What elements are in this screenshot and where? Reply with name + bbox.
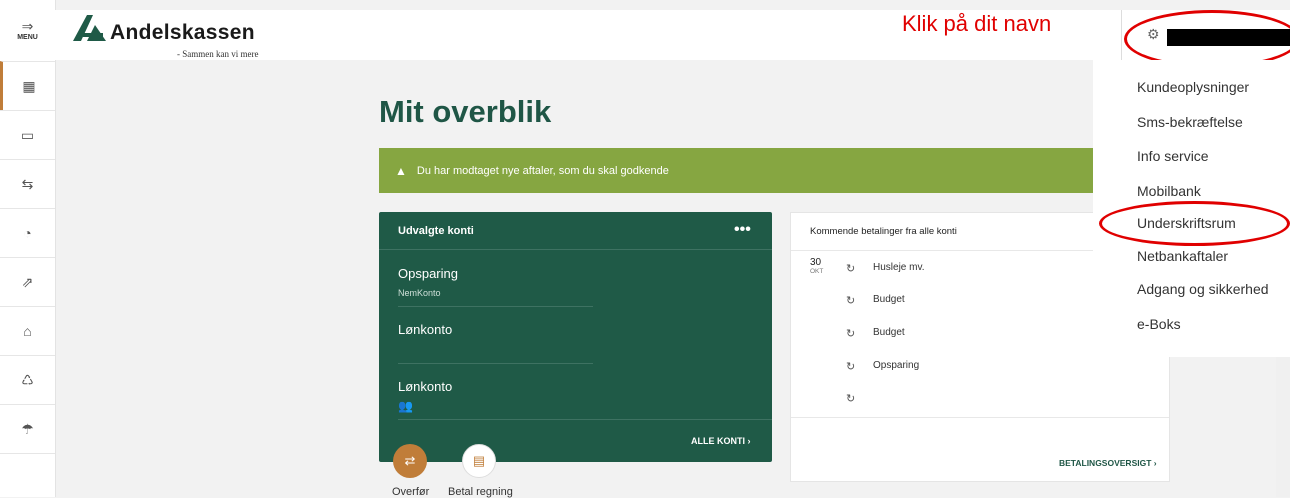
growth-icon: ⇗ (21, 273, 34, 290)
menu-item-e-boks[interactable]: e-Boks (1137, 316, 1181, 332)
sidebar-item-insurance[interactable]: ☂ (0, 404, 55, 454)
divider (379, 249, 772, 250)
payment-text: Opsparing (873, 360, 920, 371)
sidebar-item-savings[interactable]: ♺ (0, 355, 55, 404)
alert-banner[interactable]: ▲ Du har modtaget nye aftaler, som du sk… (379, 148, 1099, 193)
payment-text: Budget (873, 294, 905, 305)
sidebar-item-investments[interactable]: ⇗ (0, 257, 55, 306)
sidebar: ⇒ MENU ▦ ▭ ⇆ ◔ ⇗ ⌂ ♺ ☂ (0, 0, 56, 497)
sidebar-item-overview[interactable]: ▦ (0, 61, 55, 110)
logo-text: Andelskassen (110, 21, 255, 44)
logo-tagline: - Sammen kan vi mere (177, 49, 259, 59)
divider (398, 419, 772, 420)
account-name: Lønkonto (398, 322, 453, 337)
payment-text: Husleje mv. (873, 262, 925, 273)
divider (791, 417, 1169, 418)
home-icon: ⌂ (23, 323, 32, 339)
recurring-icon: ↻ (846, 263, 856, 275)
menu-item-sms-bekraeftelse[interactable]: Sms-bekræftelse (1137, 114, 1243, 130)
page-title: Mit overblik (379, 94, 552, 129)
pay-bill-label[interactable]: Betal regning (448, 486, 513, 498)
piggybank-icon: ♺ (21, 371, 34, 388)
payments-heading: Kommende betalinger fra alle konti (810, 226, 957, 237)
warning-icon: ▲ (395, 163, 407, 178)
sidebar-item-budget[interactable]: ◔ (0, 208, 55, 257)
payment-text: Budget (873, 327, 905, 338)
annotation-text: Klik på dit navn (902, 11, 1052, 36)
card-icon: ▭ (20, 126, 35, 143)
menu-item-kundeoplysninger[interactable]: Kundeoplysninger (1137, 79, 1249, 95)
account-sub: NemKonto (398, 288, 441, 298)
payment-date-month: OKT (810, 268, 824, 275)
menu-item-adgang-og-sikkerhed[interactable]: Adgang og sikkerhed (1137, 281, 1269, 297)
account-name: Opsparing (398, 266, 458, 281)
menu-button[interactable]: ⇒ MENU (0, 10, 55, 56)
accounts-card: Udvalgte konti ••• Opsparing NemKonto Lø… (379, 212, 772, 462)
dashboard-icon: ▦ (22, 77, 36, 94)
divider (398, 363, 593, 364)
divider (398, 306, 593, 307)
pay-bill-button[interactable]: ▤ (462, 444, 496, 478)
account-name: Lønkonto (398, 379, 453, 394)
top-bar: Andelskassen - Sammen kan vi mere (55, 10, 1290, 60)
more-options-button[interactable]: ••• (734, 221, 751, 239)
transfer-button[interactable]: ⇄ (393, 444, 427, 478)
recurring-icon: ↻ (846, 328, 856, 340)
recurring-icon: ↻ (846, 295, 856, 307)
menu-item-mobilbank[interactable]: Mobilbank (1137, 183, 1201, 199)
umbrella-icon: ☂ (21, 420, 34, 437)
menu-icon: ⇒ (21, 18, 34, 34)
sidebar-item-cards[interactable]: ▭ (0, 110, 55, 159)
menu-item-netbankaftaler[interactable]: Netbankaftaler (1137, 248, 1228, 264)
payment-overview-link[interactable]: BETALINGSOVERSIGT › (1059, 458, 1157, 468)
shared-account-icon: 👥 (398, 399, 413, 413)
sidebar-item-housing[interactable]: ⌂ (0, 306, 55, 355)
transfer-icon: ⇄ (404, 453, 416, 468)
sidebar-item-transfers[interactable]: ⇆ (0, 159, 55, 208)
scrollbar[interactable] (1276, 357, 1290, 497)
all-accounts-link[interactable]: ALLE KONTI › (691, 436, 751, 446)
accounts-heading: Udvalgte konti (398, 225, 474, 237)
recurring-icon: ↻ (846, 361, 856, 373)
logo-mark-icon (73, 15, 106, 41)
alert-text: Du har modtaget nye aftaler, som du skal… (416, 164, 669, 177)
transfer-label[interactable]: Overfør (392, 486, 429, 498)
recurring-icon: ↻ (846, 393, 856, 405)
bill-icon: ▤ (472, 453, 486, 468)
menu-label: MENU (17, 34, 38, 41)
menu-item-info-service[interactable]: Info service (1137, 148, 1209, 164)
transfer-icon: ⇆ (21, 175, 34, 192)
annotation-highlight-oval (1099, 201, 1290, 246)
chart-pie-icon: ◔ (23, 225, 32, 241)
payment-date-day: 30 (810, 257, 822, 268)
